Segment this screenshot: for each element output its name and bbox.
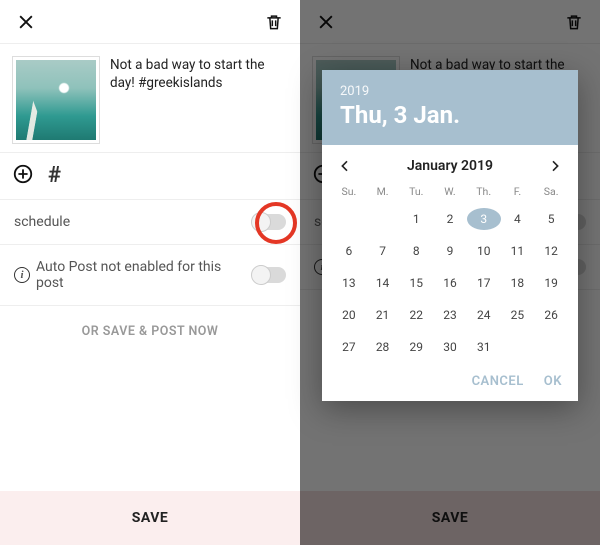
date-picker-modal: 2019 Thu, 3 Jan. January 2019 Su.M.Tu.W.… [322, 70, 578, 401]
calendar-day[interactable]: 30 [433, 336, 467, 358]
schedule-label: schedule [14, 214, 70, 230]
compose-screen-right: Not a bad way to start the day! #greekis… [300, 0, 600, 545]
post-thumbnail[interactable] [12, 56, 100, 144]
calendar-day[interactable]: 3 [467, 208, 501, 230]
calendar-dow: W. [433, 185, 467, 198]
caption-text[interactable]: Not a bad way to start the day! #greekis… [110, 56, 288, 144]
chevron-right-icon[interactable] [544, 155, 566, 177]
add-icon[interactable] [12, 163, 34, 189]
calendar-day[interactable]: 29 [399, 336, 433, 358]
calendar-day[interactable]: 28 [366, 336, 400, 358]
save-button[interactable]: SAVE [0, 491, 300, 545]
calendar-day[interactable]: 26 [534, 304, 568, 326]
info-icon: i [14, 267, 30, 283]
close-icon[interactable] [12, 8, 40, 36]
trash-icon[interactable] [260, 8, 288, 36]
picker-actions: CANCEL OK [322, 366, 578, 401]
compose-screen-left: Not a bad way to start the day! #greekis… [0, 0, 300, 545]
calendar-day[interactable]: 14 [366, 272, 400, 294]
calendar-dow: Sa. [534, 185, 568, 198]
calendar-dow: Su. [332, 185, 366, 198]
composer-area: Not a bad way to start the day! #greekis… [0, 44, 300, 153]
chevron-left-icon[interactable] [334, 155, 356, 177]
calendar-day[interactable]: 15 [399, 272, 433, 294]
calendar-day[interactable]: 19 [534, 272, 568, 294]
ok-button[interactable]: OK [544, 374, 562, 389]
calendar-day[interactable]: 13 [332, 272, 366, 294]
attach-row: # [0, 153, 300, 200]
calendar-day[interactable]: 1 [399, 208, 433, 230]
calendar-day[interactable]: 5 [534, 208, 568, 230]
autopost-label: Auto Post not enabled for this post [36, 259, 252, 291]
cancel-button[interactable]: CANCEL [472, 374, 524, 389]
autopost-row: i Auto Post not enabled for this post [0, 245, 300, 306]
calendar-dow: Tu. [399, 185, 433, 198]
hashtag-icon[interactable]: # [48, 165, 70, 187]
autopost-toggle[interactable] [252, 267, 286, 283]
calendar-dow: Th. [467, 185, 501, 198]
calendar-day[interactable]: 12 [534, 240, 568, 262]
calendar-nav: January 2019 [322, 145, 578, 181]
calendar-day[interactable]: 20 [332, 304, 366, 326]
date-picker-header: 2019 Thu, 3 Jan. [322, 70, 578, 145]
calendar-grid: Su.M.Tu.W.Th.F.Sa.1234567891011121314151… [322, 181, 578, 366]
topbar [0, 0, 300, 44]
calendar-day[interactable]: 31 [467, 336, 501, 358]
calendar-day[interactable]: 22 [399, 304, 433, 326]
calendar-day[interactable]: 25 [501, 304, 535, 326]
save-button-label: SAVE [132, 510, 169, 526]
calendar-day[interactable]: 4 [501, 208, 535, 230]
picker-year[interactable]: 2019 [340, 84, 560, 99]
calendar-dow: F. [501, 185, 535, 198]
calendar-day[interactable]: 23 [433, 304, 467, 326]
picker-selected-date[interactable]: Thu, 3 Jan. [340, 101, 560, 129]
calendar-day[interactable]: 10 [467, 240, 501, 262]
calendar-day[interactable]: 18 [501, 272, 535, 294]
calendar-day[interactable]: 21 [366, 304, 400, 326]
calendar-day[interactable]: 27 [332, 336, 366, 358]
calendar-day[interactable]: 6 [332, 240, 366, 262]
schedule-row: schedule [0, 200, 300, 245]
calendar-day[interactable]: 24 [467, 304, 501, 326]
calendar-day[interactable]: 16 [433, 272, 467, 294]
calendar-day[interactable]: 17 [467, 272, 501, 294]
schedule-toggle[interactable] [252, 214, 286, 230]
calendar-day[interactable]: 11 [501, 240, 535, 262]
calendar-day[interactable]: 8 [399, 240, 433, 262]
calendar-day[interactable]: 9 [433, 240, 467, 262]
calendar-day[interactable]: 7 [366, 240, 400, 262]
or-save-post-label[interactable]: OR SAVE & POST NOW [0, 306, 300, 357]
calendar-dow: M. [366, 185, 400, 198]
calendar-day[interactable]: 2 [433, 208, 467, 230]
calendar-month-label: January 2019 [407, 158, 493, 174]
